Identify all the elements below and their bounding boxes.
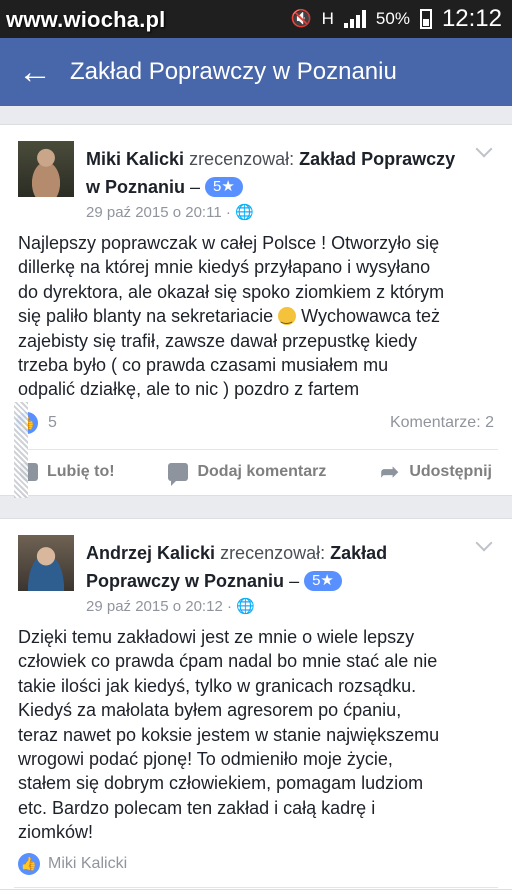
liker-name: Miki Kalicki bbox=[48, 855, 128, 872]
avatar[interactable] bbox=[18, 535, 74, 591]
app-bar: ← Zakład Poprawczy w Poznaniu bbox=[0, 38, 512, 106]
engagement-stats: 👍 5 Komentarze: 2 bbox=[0, 409, 512, 439]
text-line: się paliło blanty na sekretariacie Wycho… bbox=[18, 304, 498, 330]
globe-icon: 🌐 bbox=[236, 598, 255, 615]
text-line: trzeba było ( co prawda czasami musiałem… bbox=[18, 355, 389, 376]
post-meta: 29 paź 2015 o 20:12 · 🌐 bbox=[86, 597, 255, 615]
watermark: www.wiocha.pl bbox=[6, 7, 166, 32]
text-line: wrogowi podać pjonę! To odmieniło moje ż… bbox=[18, 749, 393, 770]
clock: 12:12 bbox=[441, 5, 502, 32]
action-bar: Lubię to! Dodaj komentarz Udostępnij bbox=[14, 449, 498, 493]
signal-icon bbox=[343, 10, 366, 28]
review-header: Miki Kalicki zrecenzował: Zakład Poprawc… bbox=[86, 145, 456, 201]
text-line: Kiedyś za małolata byłem agresorem po ćp… bbox=[18, 700, 402, 721]
review-action: zrecenzował: bbox=[220, 543, 326, 563]
review-action: zrecenzował: bbox=[189, 149, 295, 169]
text-line-part: się paliło blanty na sekretariacie bbox=[18, 306, 274, 327]
text-line: dillerkę na której mnie kiedyś przyłapan… bbox=[18, 257, 431, 278]
text-line: Najlepszy poprawczak w całej Polsce ! Ot… bbox=[18, 233, 440, 253]
post-date[interactable]: 29 paź 2015 o 20:11 bbox=[86, 204, 222, 221]
like-count[interactable]: 5 bbox=[48, 414, 57, 432]
battery-percent: 50% bbox=[375, 9, 410, 28]
comments-count[interactable]: Komentarze: 2 bbox=[390, 414, 494, 432]
review-text: Najlepszy poprawczak w całej Polsce ! Ot… bbox=[18, 231, 498, 402]
comment-icon bbox=[168, 462, 189, 486]
like-reaction-icon: 👍 bbox=[18, 853, 40, 875]
review-header: Andrzej Kalicki zrecenzował: Zakład Popr… bbox=[86, 539, 456, 595]
divider bbox=[14, 887, 498, 888]
network-type: H bbox=[321, 9, 334, 28]
separator: – bbox=[289, 571, 300, 591]
text-line: ziomków! bbox=[18, 822, 94, 843]
author-name[interactable]: Andrzej Kalicki bbox=[86, 543, 215, 563]
chevron-down-icon[interactable] bbox=[475, 534, 493, 552]
liked-by[interactable]: 👍 Miki Kalicki bbox=[18, 853, 127, 875]
chevron-down-icon[interactable] bbox=[475, 140, 493, 158]
text-line: teraz nawet po koksie jestem w stanie na… bbox=[18, 724, 440, 745]
status-bar: www.wiocha.pl 🔇 H 50% 12:12 bbox=[0, 0, 512, 38]
review-card: Andrzej Kalicki zrecenzował: Zakład Popr… bbox=[0, 518, 512, 890]
globe-icon: 🌐 bbox=[235, 204, 254, 221]
smile-emoji-icon bbox=[278, 305, 297, 330]
text-line: stałem się dobrym człowiekiem, pomagam l… bbox=[18, 773, 424, 794]
comment-button[interactable]: Dodaj komentarz bbox=[168, 462, 327, 486]
text-line: takie ilości jak kiedyś, tylko w granica… bbox=[18, 675, 417, 696]
share-label: Udostępnij bbox=[409, 462, 492, 480]
mute-icon: 🔇 bbox=[290, 9, 312, 28]
page-title: Zakład Poprawczy w Poznaniu bbox=[70, 58, 397, 85]
avatar[interactable] bbox=[18, 141, 74, 197]
review-text: Dzięki temu zakładowi jest ze mnie o wie… bbox=[18, 625, 498, 845]
text-line: etc. Bardzo polecam ten zakład i całą ka… bbox=[18, 797, 376, 818]
text-line: do dyrektora, ale okazał się spoko ziomk… bbox=[18, 281, 445, 302]
text-line-part: Wychowawca też bbox=[301, 306, 441, 327]
battery-icon bbox=[419, 9, 432, 29]
post-date[interactable]: 29 paź 2015 o 20:12 bbox=[86, 598, 223, 615]
rating-badge: 5★ bbox=[205, 177, 243, 197]
text-line: odpalić działkę, ale to nic ) pozdro z f… bbox=[18, 379, 360, 400]
author-name[interactable]: Miki Kalicki bbox=[86, 149, 184, 169]
rating-badge: 5★ bbox=[304, 571, 342, 591]
comment-label: Dodaj komentarz bbox=[197, 462, 327, 480]
status-icons: 🔇 H 50% 12:12 bbox=[290, 4, 502, 34]
text-line: Dzięki temu zakładowi jest ze mnie o wie… bbox=[18, 627, 415, 647]
review-card: Miki Kalicki zrecenzował: Zakład Poprawc… bbox=[0, 124, 512, 496]
share-button[interactable]: Udostępnij bbox=[380, 459, 492, 485]
share-icon bbox=[380, 459, 400, 485]
like-label: Lubię to! bbox=[47, 462, 115, 480]
separator: · bbox=[225, 204, 231, 221]
text-line: zajebisty się trafił, zawsze dawał przep… bbox=[18, 330, 418, 351]
image-artifact bbox=[14, 402, 28, 498]
text-line: człowiek co prawda ćpam nadal bo mnie st… bbox=[18, 651, 438, 672]
separator: · bbox=[226, 598, 232, 615]
like-button[interactable]: Lubię to! bbox=[20, 462, 115, 481]
separator: – bbox=[190, 177, 201, 197]
back-arrow-icon[interactable]: ← bbox=[0, 38, 70, 106]
post-meta: 29 paź 2015 o 20:11 · 🌐 bbox=[86, 203, 254, 221]
